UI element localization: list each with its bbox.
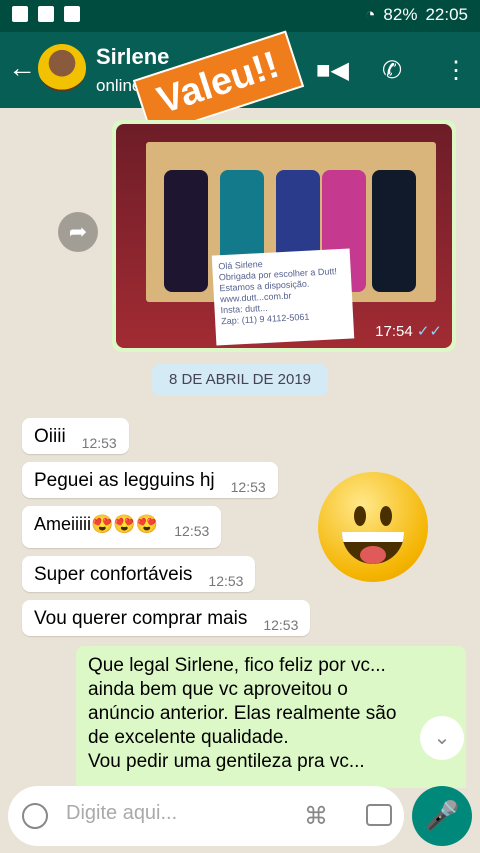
clock: 22:05 [425, 5, 468, 24]
video-call-icon[interactable]: ■◀ [316, 56, 349, 85]
chat-header: ← Sirlene online ■◀ ✆ ⋮ Valeu!! [0, 30, 480, 137]
message-time: 17:54 ✓✓ [375, 323, 442, 340]
incoming-message[interactable]: Vou querer comprar mais 12:53 [22, 600, 311, 636]
notification-icons [12, 6, 80, 22]
incoming-message[interactable]: Oiiii 12:53 [22, 418, 129, 454]
grinning-face-icon [318, 472, 428, 582]
product-photo[interactable]: Olá Sirlene Obrigada por escolher a Dutt… [116, 124, 452, 348]
read-ticks-icon: ✓✓ [416, 323, 442, 340]
incoming-message[interactable]: Super confortáveis 12:53 [22, 556, 256, 592]
date-separator: 8 DE ABRIL DE 2019 [152, 364, 328, 396]
chevron-down-icon[interactable]: ⌄ [420, 716, 464, 760]
emoji-icon[interactable] [22, 803, 48, 829]
cloud-icon [64, 6, 80, 22]
mic-icon[interactable]: 🎤 [412, 786, 472, 846]
arrow-left-icon[interactable]: ← [8, 54, 36, 82]
outgoing-message[interactable]: Que legal Sirlene, fico feliz por vc... … [76, 646, 466, 788]
facebook-icon [12, 6, 28, 22]
paperclip-icon[interactable]: ⌘ [304, 802, 328, 831]
battery-level: 82% [383, 5, 418, 24]
message-input[interactable]: Digite aqui... [66, 802, 286, 825]
phone-icon[interactable]: ✆ [382, 56, 402, 85]
forward-icon[interactable]: ➦ [58, 212, 98, 252]
contact-name[interactable]: Sirlene [96, 44, 169, 70]
camera-icon[interactable] [366, 804, 392, 826]
incoming-message[interactable]: Peguei as legguins hj 12:53 [22, 462, 278, 498]
avatar[interactable] [38, 44, 86, 92]
image-message[interactable]: Olá Sirlene Obrigada por escolher a Dutt… [112, 120, 456, 352]
status-bar: ◔ 82% 22:05 [0, 0, 480, 32]
thank-you-card: Olá Sirlene Obrigada por escolher a Dutt… [211, 248, 355, 346]
image-icon [38, 6, 54, 22]
chat-area[interactable]: ➦ Olá Sirlene Obrigada por escolher a Du… [0, 108, 480, 788]
more-vert-icon[interactable]: ⋮ [444, 56, 468, 85]
wifi-icon: ◔ [365, 5, 376, 24]
message-composer[interactable]: Digite aqui... ⌘ [8, 786, 404, 846]
incoming-message[interactable]: Ameiiiii😍😍😍 12:53 [22, 506, 222, 548]
